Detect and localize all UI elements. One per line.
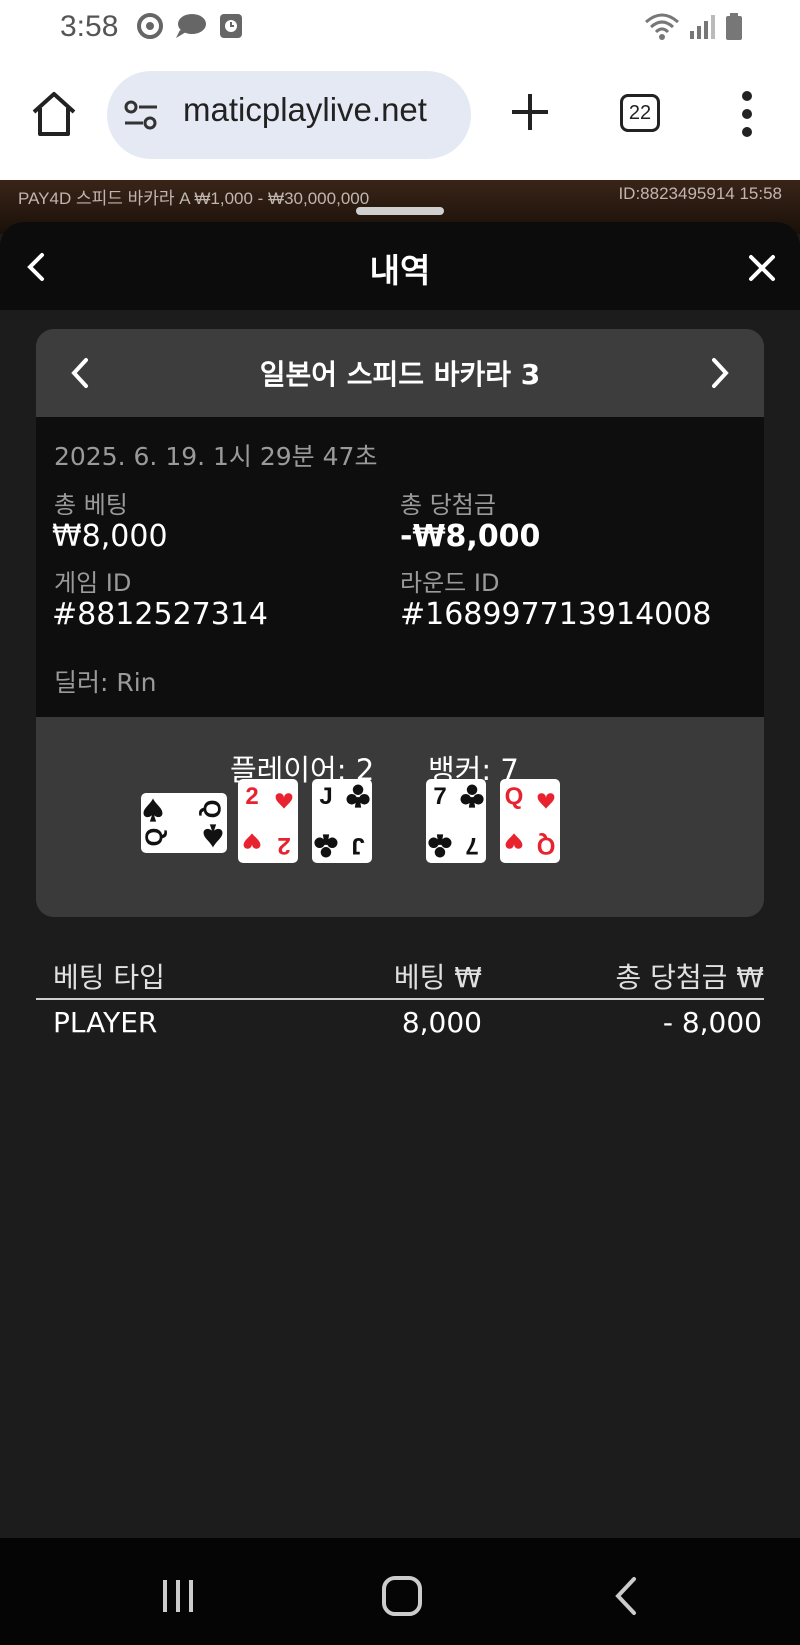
playing-card: QQ [500, 779, 560, 863]
row-bet-amount: 8,000 [401, 1006, 482, 1039]
history-sheet-header: 내역 [0, 222, 800, 310]
total-win-value: -₩8,000 [400, 519, 541, 554]
round-detail-card: 일본어 스피드 바카라 3 2025. 6. 19. 1시 29분 47초 총 … [36, 329, 764, 917]
card-rank: Q [505, 783, 524, 810]
nav-home-icon[interactable] [380, 1574, 424, 1618]
home-icon[interactable] [28, 88, 80, 140]
playing-card: JJ [312, 779, 372, 863]
card-suit-hearts [505, 833, 523, 849]
card-suit-clubs [460, 784, 484, 808]
close-icon[interactable] [748, 254, 776, 282]
chevron-right-icon[interactable] [708, 357, 732, 389]
nav-back-icon[interactable] [612, 1576, 640, 1616]
card-rank: Q [537, 832, 556, 859]
round-info: 2025. 6. 19. 1시 29분 47초 총 베팅 ₩8,000 총 당첨… [36, 417, 764, 717]
total-bet-value: ₩8,000 [52, 519, 168, 554]
game-id-label: 게임 ID [54, 569, 132, 597]
dealer-name: 딜러: Rin [54, 668, 157, 697]
card-rank: 2 [245, 783, 258, 810]
round-navigator: 일본어 스피드 바카라 3 [36, 329, 764, 417]
plus-icon[interactable] [506, 88, 554, 136]
header-total-win: 총 당첨금 ₩ [615, 961, 764, 994]
chat-icon [176, 14, 206, 38]
card-suit-clubs [428, 834, 452, 858]
playing-card: 77 [426, 779, 486, 863]
signal-icon [690, 15, 715, 39]
alarm-icon [220, 14, 242, 38]
card-rank: J [319, 783, 332, 810]
tabs-icon[interactable]: 22 [620, 94, 660, 132]
header-bet-amount: 베팅 ₩ [393, 961, 482, 994]
status-bar: 3:58 [0, 0, 800, 56]
card-suit-clubs [314, 834, 338, 858]
tab-count: 22 [628, 102, 652, 124]
sync-icon [137, 13, 163, 39]
browser-toolbar: maticplaylive.net 22 [0, 56, 800, 180]
sheet-title: 내역 [369, 251, 431, 290]
card-suit-clubs [346, 784, 370, 808]
card-suit-hearts [537, 793, 555, 809]
address-bar[interactable]: maticplaylive.net [107, 71, 471, 159]
card-suit-spades [203, 824, 223, 848]
card-suit-spades [143, 798, 163, 822]
card-suit-hearts [243, 833, 261, 849]
row-bet-type: PLAYER [53, 1006, 158, 1039]
round-id-label: 라운드 ID [400, 569, 500, 597]
total-win-label: 총 당첨금 [400, 491, 496, 519]
card-rank: Q [198, 800, 225, 819]
card-rank: 7 [465, 832, 478, 859]
more-vert-icon[interactable] [735, 86, 759, 142]
game-title: 일본어 스피드 바카라 3 [259, 358, 541, 391]
total-bet-label: 총 베팅 [54, 491, 128, 519]
wifi-icon [645, 13, 679, 40]
game-id-value: #8812527314 [52, 597, 269, 632]
url-text[interactable]: maticplaylive.net [183, 91, 463, 129]
card-rank: Q [141, 828, 168, 847]
header-bet-type: 베팅 타입 [53, 961, 165, 994]
card-rank: 2 [277, 832, 290, 859]
status-time: 3:58 [60, 10, 119, 43]
card-suit-hearts [275, 793, 293, 809]
playing-card: QQ [141, 793, 227, 853]
table-info: PAY4D 스피드 바카라 A ₩1,000 - ₩30,000,000 [18, 189, 370, 208]
cards-area: 플레이어: 2 뱅커: 7 QQ22JJ 77QQ [36, 717, 764, 917]
battery-icon [726, 13, 742, 40]
recents-icon[interactable] [160, 1578, 196, 1614]
card-rank: 7 [433, 783, 446, 810]
notification-icons [136, 12, 244, 40]
card-rank: J [351, 832, 364, 859]
session-info: ID:8823495914 15:58 [618, 184, 782, 203]
row-total-win: - 8,000 [662, 1006, 762, 1039]
round-id-value: #168997713914008 [400, 597, 712, 632]
system-icons [644, 12, 744, 42]
round-datetime: 2025. 6. 19. 1시 29분 47초 [54, 442, 378, 471]
drag-handle[interactable] [356, 207, 444, 215]
playing-card: 22 [238, 779, 298, 863]
table-divider [36, 998, 764, 1000]
system-nav-bar [0, 1538, 800, 1645]
tune-icon[interactable] [123, 99, 159, 131]
